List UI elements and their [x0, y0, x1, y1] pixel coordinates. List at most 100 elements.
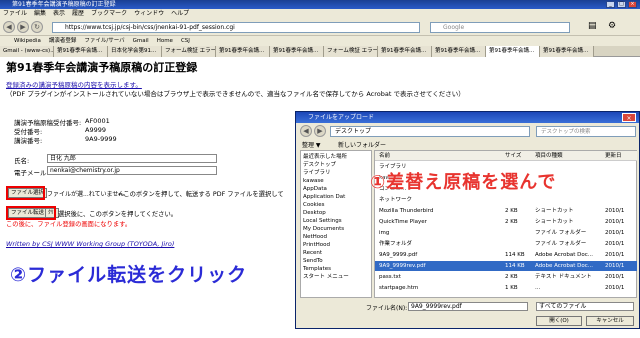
dialog-close-button[interactable]: ×	[622, 113, 636, 122]
sidebar-item[interactable]: My Documents	[303, 225, 369, 233]
search-input[interactable]: Google	[430, 22, 570, 33]
file-list-header: 名前 サイズ 項目の種類 更新日	[375, 151, 637, 161]
page-menu-icon[interactable]: ▤	[588, 21, 597, 31]
file-row[interactable]: QuickTime Player 2 KB ショートカット 2010/1	[375, 217, 637, 227]
tab[interactable]: 第91春季年会講...	[216, 46, 270, 57]
filename-label: ファイル名(N):	[366, 305, 408, 312]
file-size: 114 KB	[505, 252, 525, 258]
sidebar-item[interactable]: Desktop	[303, 209, 369, 217]
sidebar-item[interactable]: Templates	[303, 265, 369, 273]
url-bar[interactable]: https://www.tcsj.jp/csj-bin/css/jnenkai-…	[52, 22, 420, 33]
menu-window[interactable]: ウィンドウ	[134, 9, 164, 19]
tab[interactable]: フォーム検証 エラー...	[324, 46, 378, 57]
file-row[interactable]: 9A9_9999.pdf 114 KB Adobe Acrobat Doc... 20…	[375, 250, 637, 260]
reload-button[interactable]: ↻	[31, 21, 43, 33]
col-date-header[interactable]: 更新日	[605, 151, 622, 161]
file-upload-dialog: ファイルをアップロード × ◀ ▶ デスクトップ デスクトップの検索 整理 ▼ …	[295, 111, 640, 329]
file-name: img	[379, 230, 390, 236]
file-type: ショートカット	[535, 219, 574, 225]
dialog-forward-button[interactable]: ▶	[314, 125, 326, 137]
file-row[interactable]: startpage.htm 1 KB... 2010/1	[375, 283, 637, 293]
lecture-value: 9A9-9999	[85, 135, 117, 143]
sidebar-item[interactable]: 最近表示した場所	[303, 153, 369, 161]
minimize-button[interactable]: _	[606, 1, 615, 8]
bookmark-item[interactable]: Wikipedia	[14, 36, 41, 46]
settings-gear-icon[interactable]: ⚙	[608, 21, 616, 31]
bookmark-item[interactable]: CSJ	[181, 36, 190, 46]
tab[interactable]: 第91春季年会講...	[270, 46, 324, 57]
menu-bookmarks[interactable]: ブックマーク	[91, 9, 127, 19]
sidebar-item[interactable]: AppData	[303, 185, 369, 193]
pdf-plugin-note: （PDF プラグインがインストールされていない場合はブラウザ上で表示できませんの…	[6, 90, 465, 98]
dialog-back-button[interactable]: ◀	[300, 125, 312, 137]
open-button[interactable]: 開く(O)	[536, 316, 582, 326]
forward-button[interactable]: ▶	[17, 21, 29, 33]
file-row[interactable]: 9A9_9999rev.pdf 114 KB Adobe Acrobat Doc..…	[375, 261, 637, 271]
tab[interactable]: 第91春季年会講...	[432, 46, 486, 57]
col-name-header[interactable]: 名前	[379, 151, 390, 161]
filename-input[interactable]: 9A9_9999rev.pdf	[408, 302, 528, 311]
dialog-search-input[interactable]: デスクトップの検索	[536, 126, 636, 137]
file-date: 2010/1	[605, 219, 625, 225]
file-size: 114 KB	[505, 263, 525, 269]
sidebar-item[interactable]: スタート メニュー	[303, 273, 369, 281]
tab[interactable]: 第91春季年会講...	[54, 46, 108, 57]
file-row[interactable]: 作業フォルダ ファイル フォルダー 2010/1	[375, 239, 637, 249]
email-field[interactable]: nenkai@chemistry.or.jp	[47, 166, 217, 175]
menu-help[interactable]: ヘルプ	[171, 9, 189, 19]
tab[interactable]: 第91春季年会講...	[540, 46, 594, 57]
step2-annotation: ②ファイル転送をクリック	[10, 264, 248, 286]
bookmark-item[interactable]: Home	[157, 36, 173, 46]
file-type: ...	[535, 285, 541, 291]
new-folder-button[interactable]: 新しいフォルダー	[338, 140, 386, 149]
close-button[interactable]: ×	[628, 1, 637, 8]
cancel-button[interactable]: キャンセル	[586, 316, 634, 326]
sidebar-item[interactable]: kawase	[303, 177, 369, 185]
file-date: 2010/1	[605, 252, 625, 258]
file-select-note: ←このボタンを押して、転送する PDF ファイルを選択して	[118, 191, 284, 198]
tab[interactable]: Gmail - (www-cs)...	[0, 46, 54, 57]
file-type: ショートカット	[535, 208, 574, 214]
file-row[interactable]: Mozilla Thunderbird 2 KB ショートカット 2010/1	[375, 206, 637, 216]
receipt-value: AF0001	[85, 117, 110, 125]
bookmark-item[interactable]: Gmail	[133, 36, 149, 46]
sidebar-item[interactable]: ライブラリ	[303, 169, 369, 177]
menu-view[interactable]: 表示	[53, 9, 65, 19]
bookmark-item[interactable]: 講演者登録	[49, 36, 77, 46]
maximize-button[interactable]: □	[617, 1, 626, 8]
sidebar-item[interactable]: Cookies	[303, 201, 369, 209]
file-type: ファイル フォルダー	[535, 241, 587, 247]
email-label: 電子メール:	[14, 169, 49, 177]
menu-file[interactable]: ファイル	[3, 9, 27, 19]
sidebar-item[interactable]: NetHood	[303, 233, 369, 241]
col-type-header[interactable]: 項目の種類	[535, 151, 563, 161]
file-row[interactable]: img ファイル フォルダー 2010/1	[375, 228, 637, 238]
tab[interactable]: 日本化学会第91...	[108, 46, 162, 57]
file-size: 2 KB	[505, 219, 518, 225]
file-row[interactable]: ネットワーク	[375, 195, 637, 205]
sidebar-item[interactable]: デスクトップ	[303, 161, 369, 169]
tab[interactable]: 第91春季年会講...	[378, 46, 432, 57]
back-button[interactable]: ◀	[3, 21, 15, 33]
menu-history[interactable]: 履歴	[72, 9, 84, 19]
dialog-path-bar[interactable]: デスクトップ	[330, 126, 530, 137]
window-title-bar: 第91春季年会講演予稿原稿の訂正登録 _ □ ×	[0, 0, 640, 9]
bookmark-item[interactable]: ファイル/サーバ	[84, 36, 124, 46]
sidebar-item[interactable]: PrintHood	[303, 241, 369, 249]
file-row[interactable]: pass.txt 2 KB テキスト ドキュメント 2010/1	[375, 272, 637, 282]
file-date: 2010/1	[605, 230, 625, 236]
footer-credit-link[interactable]: Written by CSJ WWW Working Group (TOYODA…	[6, 240, 174, 248]
tab-active[interactable]: 第91春季年会講...	[486, 46, 540, 57]
menu-edit[interactable]: 編集	[34, 9, 46, 19]
file-type-select[interactable]: すべてのファイル	[536, 302, 634, 311]
organize-button[interactable]: 整理 ▼	[302, 140, 321, 149]
sidebar-item[interactable]: Application Dat	[303, 193, 369, 201]
tab[interactable]: フォーム検証 エラー...	[162, 46, 216, 57]
file-type: Adobe Acrobat Doc...	[535, 252, 593, 258]
sidebar-item[interactable]: Recent	[303, 249, 369, 257]
col-size-header[interactable]: サイズ	[505, 151, 521, 161]
file-date: 2010/1	[605, 208, 625, 214]
name-field[interactable]: 日化 九郎	[47, 154, 217, 163]
sidebar-item[interactable]: Local Settings	[303, 217, 369, 225]
sidebar-item[interactable]: SendTo	[303, 257, 369, 265]
